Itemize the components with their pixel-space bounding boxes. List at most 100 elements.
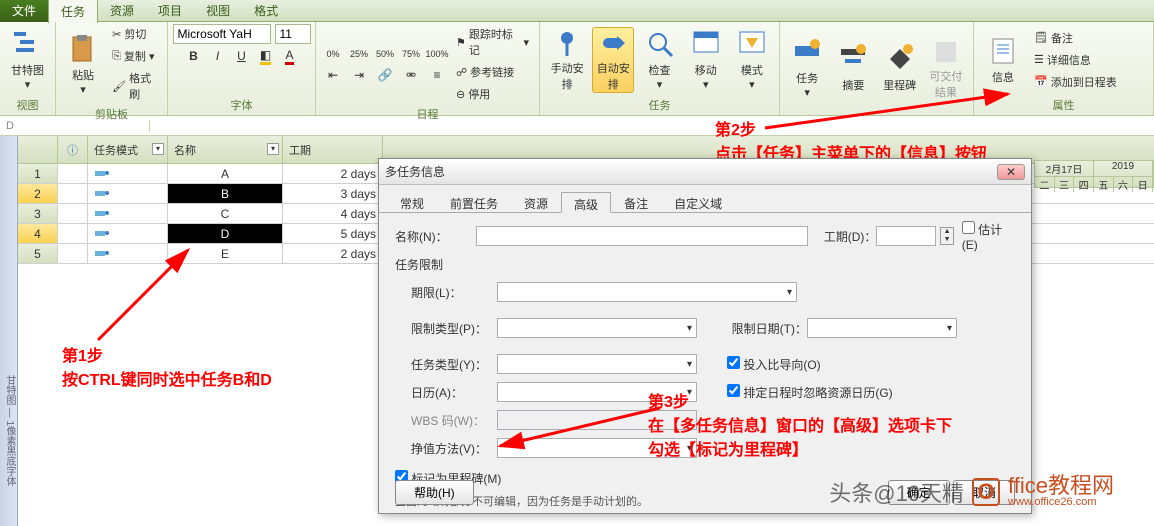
note-icon: 🗒 <box>1034 31 1048 44</box>
dlg-tab-custom[interactable]: 自定义域 <box>661 191 735 212</box>
font-color-icon: A <box>285 48 293 65</box>
track-marker-button[interactable]: ⚑跟踪时标记 ▾ <box>452 24 533 60</box>
help-button[interactable]: 帮助(H) <box>395 480 474 505</box>
tab-resource[interactable]: 资源 <box>98 0 146 22</box>
deadline-select[interactable] <box>497 282 797 302</box>
summary-button[interactable]: 摘要 <box>832 35 874 101</box>
milestone-button[interactable]: 里程碑 <box>879 35 921 101</box>
dlg-tab-notes[interactable]: 备注 <box>611 191 661 212</box>
milestone-icon <box>884 43 916 75</box>
pct-0-button[interactable]: 0% <box>322 44 344 64</box>
duration-input[interactable] <box>876 226 936 246</box>
format-painter-button[interactable]: 🖌格式刷 <box>108 68 161 104</box>
duration-cell[interactable]: 5 days <box>283 224 383 243</box>
tab-view[interactable]: 视图 <box>194 0 242 22</box>
name-input[interactable] <box>476 226 807 246</box>
mode-cell <box>88 184 168 203</box>
dlg-tab-advanced[interactable]: 高级 <box>561 192 611 213</box>
tab-project[interactable]: 项目 <box>146 0 194 22</box>
information-button[interactable]: 信息 <box>980 27 1026 93</box>
name-cell[interactable]: C <box>168 204 283 223</box>
paste-button[interactable]: 粘贴 ▾ <box>62 31 104 97</box>
close-button[interactable]: ✕ <box>997 164 1025 180</box>
details-button[interactable]: ☰详细信息 <box>1030 50 1121 70</box>
task-type-select[interactable] <box>497 354 697 374</box>
row-number[interactable]: 3 <box>18 204 58 223</box>
font-name-input[interactable] <box>173 24 271 44</box>
dropdown-icon[interactable]: ▾ <box>267 143 279 155</box>
copy-icon: ⎘ <box>112 50 121 63</box>
col-task-mode[interactable]: 任务模式▾ <box>88 136 168 163</box>
duration-cell[interactable]: 2 days <box>283 244 383 263</box>
link-button[interactable]: 🔗 <box>374 65 396 85</box>
row-number[interactable]: 4 <box>18 224 58 243</box>
name-cell[interactable]: D <box>168 224 283 243</box>
name-cell[interactable]: A <box>168 164 283 183</box>
pct-100-button[interactable]: 100% <box>426 44 448 64</box>
mode-button[interactable]: 模式 ▾ <box>731 27 773 93</box>
tab-file[interactable]: 文件 <box>0 0 48 22</box>
ignore-calendar-checkbox[interactable] <box>727 384 740 397</box>
font-size-input[interactable] <box>275 24 311 44</box>
duration-cell[interactable]: 3 days <box>283 184 383 203</box>
notes-button[interactable]: 🗒备注 <box>1030 28 1121 48</box>
row-number[interactable]: 1 <box>18 164 58 183</box>
add-timeline-button[interactable]: 📅添加到日程表 <box>1030 72 1121 92</box>
name-box[interactable]: D <box>0 120 150 132</box>
name-label: 名称(N)： <box>395 228 476 245</box>
copy-button[interactable]: ⎘复制 ▾ <box>108 46 161 66</box>
effort-driven-checkbox[interactable] <box>727 356 740 369</box>
font-color-button[interactable]: A <box>279 46 301 66</box>
pct-25-button[interactable]: 25% <box>348 44 370 64</box>
dlg-tab-predecessor[interactable]: 前置任务 <box>437 191 511 212</box>
constraint-type-select[interactable] <box>497 318 697 338</box>
duration-cell[interactable]: 4 days <box>283 204 383 223</box>
row-number[interactable]: 5 <box>18 244 58 263</box>
unlink-button[interactable]: ⚮ <box>400 65 422 85</box>
manual-mode-icon <box>94 228 110 240</box>
inspect-icon <box>644 28 676 60</box>
outdent-button[interactable]: ⇤ <box>322 65 344 85</box>
duration-cell[interactable]: 2 days <box>283 164 383 183</box>
reference-link-button[interactable]: ☍参考链接 <box>452 62 533 82</box>
office-logo-icon: O <box>972 478 1000 506</box>
calendar-select[interactable] <box>497 382 697 402</box>
italic-button[interactable]: I <box>207 46 229 66</box>
wbs-label: WBS 码(W)： <box>411 412 497 429</box>
col-name[interactable]: 名称▾ <box>168 136 283 163</box>
split-button[interactable]: ≡ <box>426 65 448 85</box>
tab-format[interactable]: 格式 <box>242 0 290 22</box>
tab-task[interactable]: 任务 <box>48 0 98 23</box>
col-duration[interactable]: 工期 <box>283 136 383 163</box>
indent-button[interactable]: ⇥ <box>348 65 370 85</box>
move-button[interactable]: 移动 ▾ <box>685 27 727 93</box>
row-number[interactable]: 2 <box>18 184 58 203</box>
name-cell[interactable]: B <box>168 184 283 203</box>
inspect-button[interactable]: 检查 ▾ <box>638 27 680 93</box>
cut-button[interactable]: ✂剪切 <box>108 24 161 44</box>
ev-method-select[interactable] <box>497 438 697 458</box>
constraint-date-select[interactable] <box>807 318 957 338</box>
fill-color-button[interactable]: ◧ <box>255 46 277 66</box>
deliverable-button[interactable]: 可交付结果 <box>925 35 967 101</box>
auto-schedule-button[interactable]: 自动安排 <box>592 27 634 93</box>
left-strip: 甘特图 — 1像素黑底字体 <box>0 136 18 526</box>
dlg-tab-resource[interactable]: 资源 <box>511 191 561 212</box>
bold-button[interactable]: B <box>183 46 205 66</box>
dropdown-icon[interactable]: ▾ <box>152 143 164 155</box>
disable-button[interactable]: ⊖停用 <box>452 84 533 104</box>
col-indicator[interactable]: ⓘ <box>58 136 88 163</box>
underline-button[interactable]: U <box>231 46 253 66</box>
link-icon: 🔗 <box>378 68 393 82</box>
estimate-checkbox[interactable] <box>962 221 975 234</box>
ev-method-label: 挣值方法(V)： <box>411 440 497 457</box>
duration-spinner[interactable]: ▲▼ <box>940 227 953 245</box>
mode-cell <box>88 164 168 183</box>
manual-schedule-button[interactable]: 手动安排 <box>546 27 588 93</box>
pct-75-button[interactable]: 75% <box>400 44 422 64</box>
dlg-tab-general[interactable]: 常规 <box>387 191 437 212</box>
gantt-chart-button[interactable]: 甘特图 ▾ <box>6 27 49 93</box>
task-insert-button[interactable]: 任务 ▾ <box>786 35 828 101</box>
pct-50-button[interactable]: 50% <box>374 44 396 64</box>
name-cell[interactable]: E <box>168 244 283 263</box>
